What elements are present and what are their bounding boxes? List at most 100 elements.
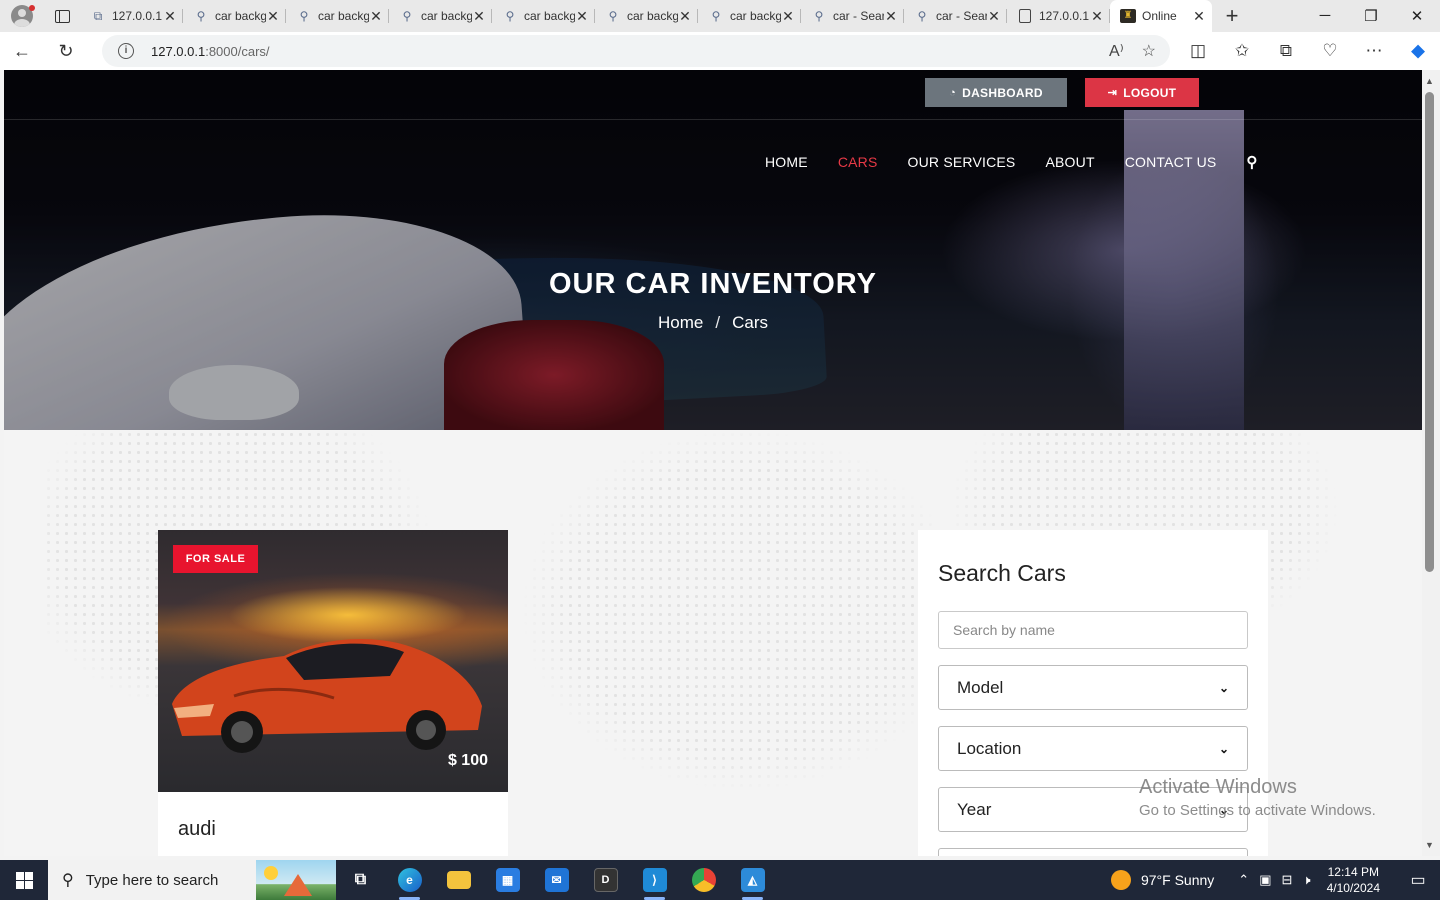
clock[interactable]: 12:14 PM 4/10/2024 [1327,864,1380,896]
browser-tab[interactable]: ⚲ car - Search ✕ [801,0,904,32]
chevron-up-icon[interactable]: ⌃ [1238,872,1249,888]
nav-home[interactable]: HOME [765,154,808,170]
task-view-icon[interactable]: ⧉ [336,860,385,900]
close-tab-icon[interactable]: ✕ [987,8,1001,25]
close-tab-icon[interactable]: ✕ [678,8,692,25]
photos-icon[interactable]: ◭ [728,860,777,900]
close-window-icon[interactable]: ✕ [1394,7,1440,25]
read-aloud-icon[interactable]: A⁾ [1109,41,1124,61]
scroll-down-icon[interactable]: ▼ [1425,840,1434,850]
search-icon: ⚲ [814,9,824,23]
vscode-icon[interactable]: ⟩ [630,860,679,900]
page-scrollbar[interactable]: ▲ ▼ [1422,70,1440,856]
network-icon[interactable]: ⊟ [1282,872,1293,888]
split-screen-icon[interactable]: ◫ [1176,41,1220,61]
tab-title: car background [215,9,266,23]
top-user-buttons: ◔ DASHBOARD ⇥ LOGOUT [925,78,1199,107]
close-tab-icon[interactable]: ✕ [266,8,280,25]
activate-windows-watermark: Activate Windows Go to Settings to activ… [1139,776,1376,819]
url-text[interactable]: 127.0.0.1:8000/cars/ [151,44,270,59]
taskbar-search[interactable]: ⚲ Type here to search [48,860,336,900]
address-bar[interactable]: i 127.0.0.1:8000/cars/ A⁾ ☆ [102,35,1170,67]
tab-title: 127.0.0.1 [1039,9,1090,23]
nav-about[interactable]: ABOUT [1045,154,1094,170]
meet-now-icon[interactable]: ▣ [1259,872,1271,888]
close-tab-icon[interactable]: ✕ [163,8,177,25]
new-tab-icon[interactable]: + [1212,3,1252,29]
more-options-icon[interactable]: ⋯ [1352,41,1396,61]
microsoft-store-icon[interactable]: ▦ [483,860,532,900]
collections-icon[interactable]: ⧉ [1264,41,1308,61]
logout-button[interactable]: ⇥ LOGOUT [1085,78,1199,107]
tab-title: car - Search [936,9,987,23]
mail-icon[interactable]: ✉ [532,860,581,900]
search-name-input[interactable]: Search by name [938,611,1248,649]
browser-tab[interactable]: 127.0.0.1 ✕ [1007,0,1110,32]
page-link-icon: ⧉ [93,8,103,23]
browser-essentials-icon[interactable]: ♡ [1308,41,1352,61]
close-tab-icon[interactable]: ✕ [472,8,486,25]
header-divider [4,119,1422,120]
edge-icon[interactable]: e [385,860,434,900]
chrome-icon[interactable] [679,860,728,900]
browser-tab[interactable]: ⚲ car background ✕ [389,0,492,32]
favorites-icon[interactable]: ✩ [1220,41,1264,61]
logout-label: LOGOUT [1123,85,1177,100]
car-card[interactable]: FOR SALE $ 100 audi a [158,530,508,856]
minimize-icon[interactable]: ─ [1302,7,1348,25]
close-tab-icon[interactable]: ✕ [575,8,589,25]
browser-tab[interactable]: ⚲ car background ✕ [595,0,698,32]
copilot-icon[interactable]: ◆ [1396,41,1440,61]
search-icon: ⚲ [402,9,412,23]
browser-tab[interactable]: ⚲ car background ✕ [183,0,286,32]
nav-cars[interactable]: CARS [838,154,878,170]
browser-tab[interactable]: ⚲ car background ✕ [698,0,801,32]
file-explorer-icon[interactable] [434,860,483,900]
weather-sun-icon[interactable] [1110,870,1131,890]
system-tray: 97°F Sunny ⌃ ▣ ⊟ 🕨 12:14 PM 4/10/2024 ▭ [1110,860,1440,900]
browser-tab-active[interactable]: ♜ Online ✕ [1110,0,1212,32]
location-select[interactable]: Location ⌄ [938,726,1248,771]
nav-contact-us[interactable]: CONTACT US [1125,154,1217,170]
site-logo-icon: ♜ [1120,9,1136,23]
next-select[interactable] [938,848,1248,856]
volume-mute-icon[interactable]: 🕨 [1302,872,1310,888]
for-sale-badge: FOR SALE [173,545,258,573]
tab-actions-icon[interactable] [44,0,80,32]
search-icon: ⚲ [917,9,927,23]
close-tab-icon[interactable]: ✕ [1090,8,1104,25]
browser-tab[interactable]: ⚲ car background ✕ [492,0,595,32]
nav-our-services[interactable]: OUR SERVICES [908,154,1016,170]
search-icon[interactable]: ⚲ [1246,153,1257,171]
car-image[interactable]: FOR SALE $ 100 [158,530,508,792]
profile-avatar[interactable] [0,0,44,32]
site-info-icon[interactable]: i [118,43,134,59]
car-title[interactable]: audi [178,818,216,841]
browser-tab[interactable]: ⚲ car background ✕ [286,0,389,32]
model-select[interactable]: Model ⌄ [938,665,1248,710]
close-tab-icon[interactable]: ✕ [1192,8,1206,25]
app-d-icon[interactable]: D [581,860,630,900]
weather-text[interactable]: 97°F Sunny [1141,872,1214,888]
close-tab-icon[interactable]: ✕ [369,8,383,25]
start-button[interactable] [0,860,48,900]
close-tab-icon[interactable]: ✕ [781,8,795,25]
hero-overlay [4,70,1422,430]
restore-icon[interactable]: ❐ [1348,7,1394,25]
back-icon[interactable]: ← [0,41,44,62]
search-icon: ⚲ [711,9,721,23]
breadcrumb-home[interactable]: Home [658,313,703,332]
browser-tab[interactable]: ⚲ car - Search ✕ [904,0,1007,32]
main-nav: HOME CARS OUR SERVICES ABOUT CONTACT US … [765,153,1257,171]
notification-icon[interactable]: ▭ [1396,870,1440,890]
browser-tab[interactable]: ⧉ 127.0.0.1 ✕ [80,0,183,32]
reload-icon[interactable]: ↻ [44,41,88,62]
dashboard-button[interactable]: ◔ DASHBOARD [925,78,1067,107]
scroll-up-icon[interactable]: ▲ [1425,76,1434,86]
favorite-star-icon[interactable]: ☆ [1142,41,1156,61]
search-icon: ⚲ [299,9,309,23]
tab-title: car background [318,9,369,23]
scrollbar-thumb[interactable] [1425,92,1434,572]
close-tab-icon[interactable]: ✕ [884,8,898,25]
tab-title: car - Search [833,9,884,23]
